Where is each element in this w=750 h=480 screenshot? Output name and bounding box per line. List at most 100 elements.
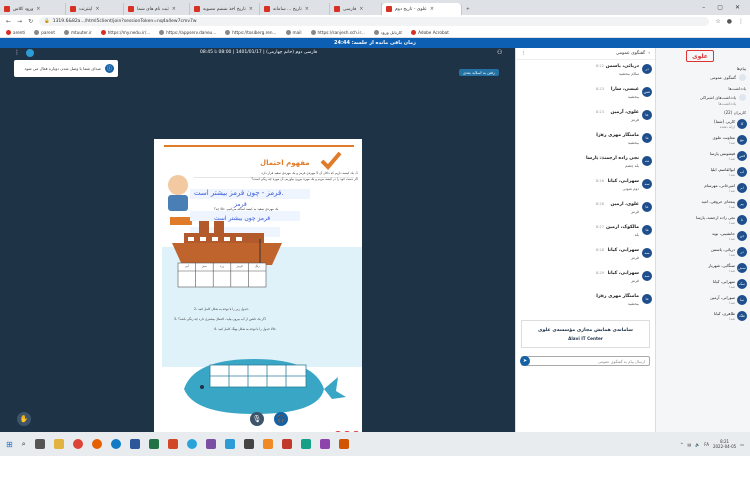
user-list-item[interactable]: فس فیشونس پارسا صدا [660,150,747,164]
close-window-icon[interactable]: ✕ [735,4,740,11]
message-text: قرمز [630,278,639,283]
app-icon[interactable] [338,439,349,449]
telegram-icon[interactable] [186,439,197,449]
message-author: عیسی، سارا [610,87,639,92]
excel-icon[interactable] [148,439,159,449]
message-author: علوی، آرمین [610,110,639,115]
bookmark-item[interactable]: Adobe Acrobat [411,30,449,35]
public-chat-item[interactable]: گفتگوی عمومی [710,74,746,81]
reload-icon[interactable]: ↻ [28,18,33,25]
message-time: 8:23 [595,87,604,91]
tab-close-icon[interactable]: × [249,6,253,12]
user-list-item[interactable]: نا نجی زاده ارجمند، پارسا صدا [660,214,747,228]
next-slide-button[interactable]: رفتن به اسلاید بعدی [459,69,499,76]
network-icon[interactable]: ▤ [688,442,692,447]
avatar: ام [737,183,747,193]
hand-icon: ✋ [19,415,29,423]
tab-close-icon[interactable]: × [359,6,363,12]
user-list-item[interactable]: کا کاربر، (شما) ارائه دهنده [660,118,747,132]
menu-icon[interactable]: ⋮ [738,18,744,25]
tray-chevron-icon[interactable]: ^ [680,442,683,447]
user-list-item[interactable]: سک سهرابی، کیانا صدا [660,278,747,292]
tab-close-icon[interactable]: × [172,6,176,12]
user-list-item[interactable]: در دریائی، یاسمن صدا [660,246,747,260]
browser-tab[interactable]: ثبت نام های شما × [124,3,190,15]
bookmark-item[interactable]: mtuuter.ir [63,30,92,35]
tab-close-icon[interactable]: × [95,6,99,12]
avatar: سش [737,263,747,273]
powerpoint-icon[interactable] [167,439,178,449]
new-tab-button[interactable]: + [462,3,474,15]
platform-banner: سامانه‌ی همایش مجازی مؤسسه‌ی علوی Alavi … [521,320,650,348]
maximize-icon[interactable]: ▢ [717,4,723,11]
chat-input[interactable]: ارسال پیام به گفتگوی عمومی [521,356,650,366]
user-list-item[interactable]: پم پنجه‌ای حروفی، امید صدا [660,198,747,212]
star-icon[interactable]: ☆ [715,18,720,25]
language-indicator[interactable]: FA [704,442,709,447]
tab-close-icon[interactable]: × [305,6,309,12]
browser-tab[interactable]: فارسی × [330,3,382,15]
forward-icon[interactable]: → [17,18,22,25]
user-name: سنگایی، شهریار [708,263,735,268]
user-list-item[interactable]: ام امیرخانی، مهرسام صدا [660,182,747,196]
send-icon: ➤ [522,358,528,364]
browser-tab[interactable]: تاریخ ... سامانه × [260,3,330,15]
chrome-icon[interactable] [72,439,83,449]
raise-hand-button[interactable]: ✋ [17,412,31,426]
user-list-item[interactable]: مع معاونت علوی صدا [660,134,747,148]
bookmark-item[interactable]: mail [285,30,302,35]
user-list-item[interactable]: طک طاهری، کیانا صدا [660,310,747,324]
app-icon[interactable] [224,439,235,449]
headphone-button[interactable]: 🎧 [274,412,288,426]
avatar: ما [642,294,652,304]
browser-tab[interactable]: ورود کلاس × [0,3,66,15]
file-explorer-icon[interactable] [53,439,64,449]
chevron-left-icon[interactable]: ‹ [648,51,650,56]
message-text: ببخشید [627,140,639,145]
bookmark-item[interactable]: https://sanjesh.sch.ir... [310,30,365,35]
browser-tab[interactable]: تاریخ اخذ ششم مصوبه × [190,3,260,15]
bookmark-item[interactable]: https://tosiberg.ren... [225,30,277,35]
tab-close-icon[interactable]: × [430,6,434,12]
notification-icon[interactable]: ▭ [740,442,744,447]
app-icon[interactable] [205,439,216,449]
browser-tab[interactable]: اینترنت × [66,3,124,15]
edge-icon[interactable] [110,439,121,449]
mute-button[interactable]: 🎙 [250,412,264,426]
user-list-item[interactable]: جن جانشینی، نوید صدا [660,230,747,244]
user-name: دریائی، یاسمن [710,247,735,252]
user-add-icon[interactable]: ⚇ [497,49,502,56]
browser-tab-strip: ورود کلاس × اینترنت × ثبت نام های شما × تار… [0,0,750,15]
app-icon[interactable] [243,439,254,449]
app-icon[interactable] [281,439,292,449]
bookmark-item[interactable]: parent [34,30,55,35]
bookmark-item[interactable]: کارتابل ورود [373,30,402,35]
profile-icon[interactable]: ● [727,18,732,25]
chat-options-icon[interactable]: ⋮ [521,51,526,56]
send-button[interactable]: ➤ [520,356,530,366]
search-icon[interactable]: ⌕ [22,440,26,449]
back-icon[interactable]: ← [6,18,11,25]
user-list-item[interactable]: سش سنگایی، شهریار صدا [660,262,747,276]
address-bar[interactable]: 🔒 1319.6&82a.../html5client/join?sessionT… [39,17,710,26]
task-view-icon[interactable] [34,439,45,449]
bookmark-item[interactable]: https://my.nedu.ir/... [100,30,150,35]
app-icon[interactable] [300,439,311,449]
app-icon[interactable] [319,439,330,449]
clock[interactable]: 8:21 2022-04-05 [713,439,736,449]
browser-tab-active[interactable]: علوی - تاریخ دوم × [382,3,462,15]
windows-start-icon[interactable]: ⊞ [6,440,13,449]
minimize-icon[interactable]: – [702,4,705,11]
user-list-item[interactable]: اب ابوالقاسم، ایلیا صدا [660,166,747,180]
volume-icon[interactable]: 🔈 [695,442,700,447]
options-icon[interactable]: ⋮ [14,49,20,56]
bookmark-item[interactable]: arenti [6,30,25,35]
vlc-icon[interactable] [262,439,273,449]
shared-notes-item[interactable]: یادداشت‌های اشتراکی [700,94,746,101]
bookmark-item[interactable]: https://appserv.daneu... [159,30,216,35]
user-list-item[interactable]: سا سورانی، آرمین صدا [660,294,747,308]
tab-close-icon[interactable]: × [36,6,40,12]
headphone-icon: 🎧 [276,415,286,423]
firefox-icon[interactable] [91,439,102,449]
word-icon[interactable] [129,439,140,449]
